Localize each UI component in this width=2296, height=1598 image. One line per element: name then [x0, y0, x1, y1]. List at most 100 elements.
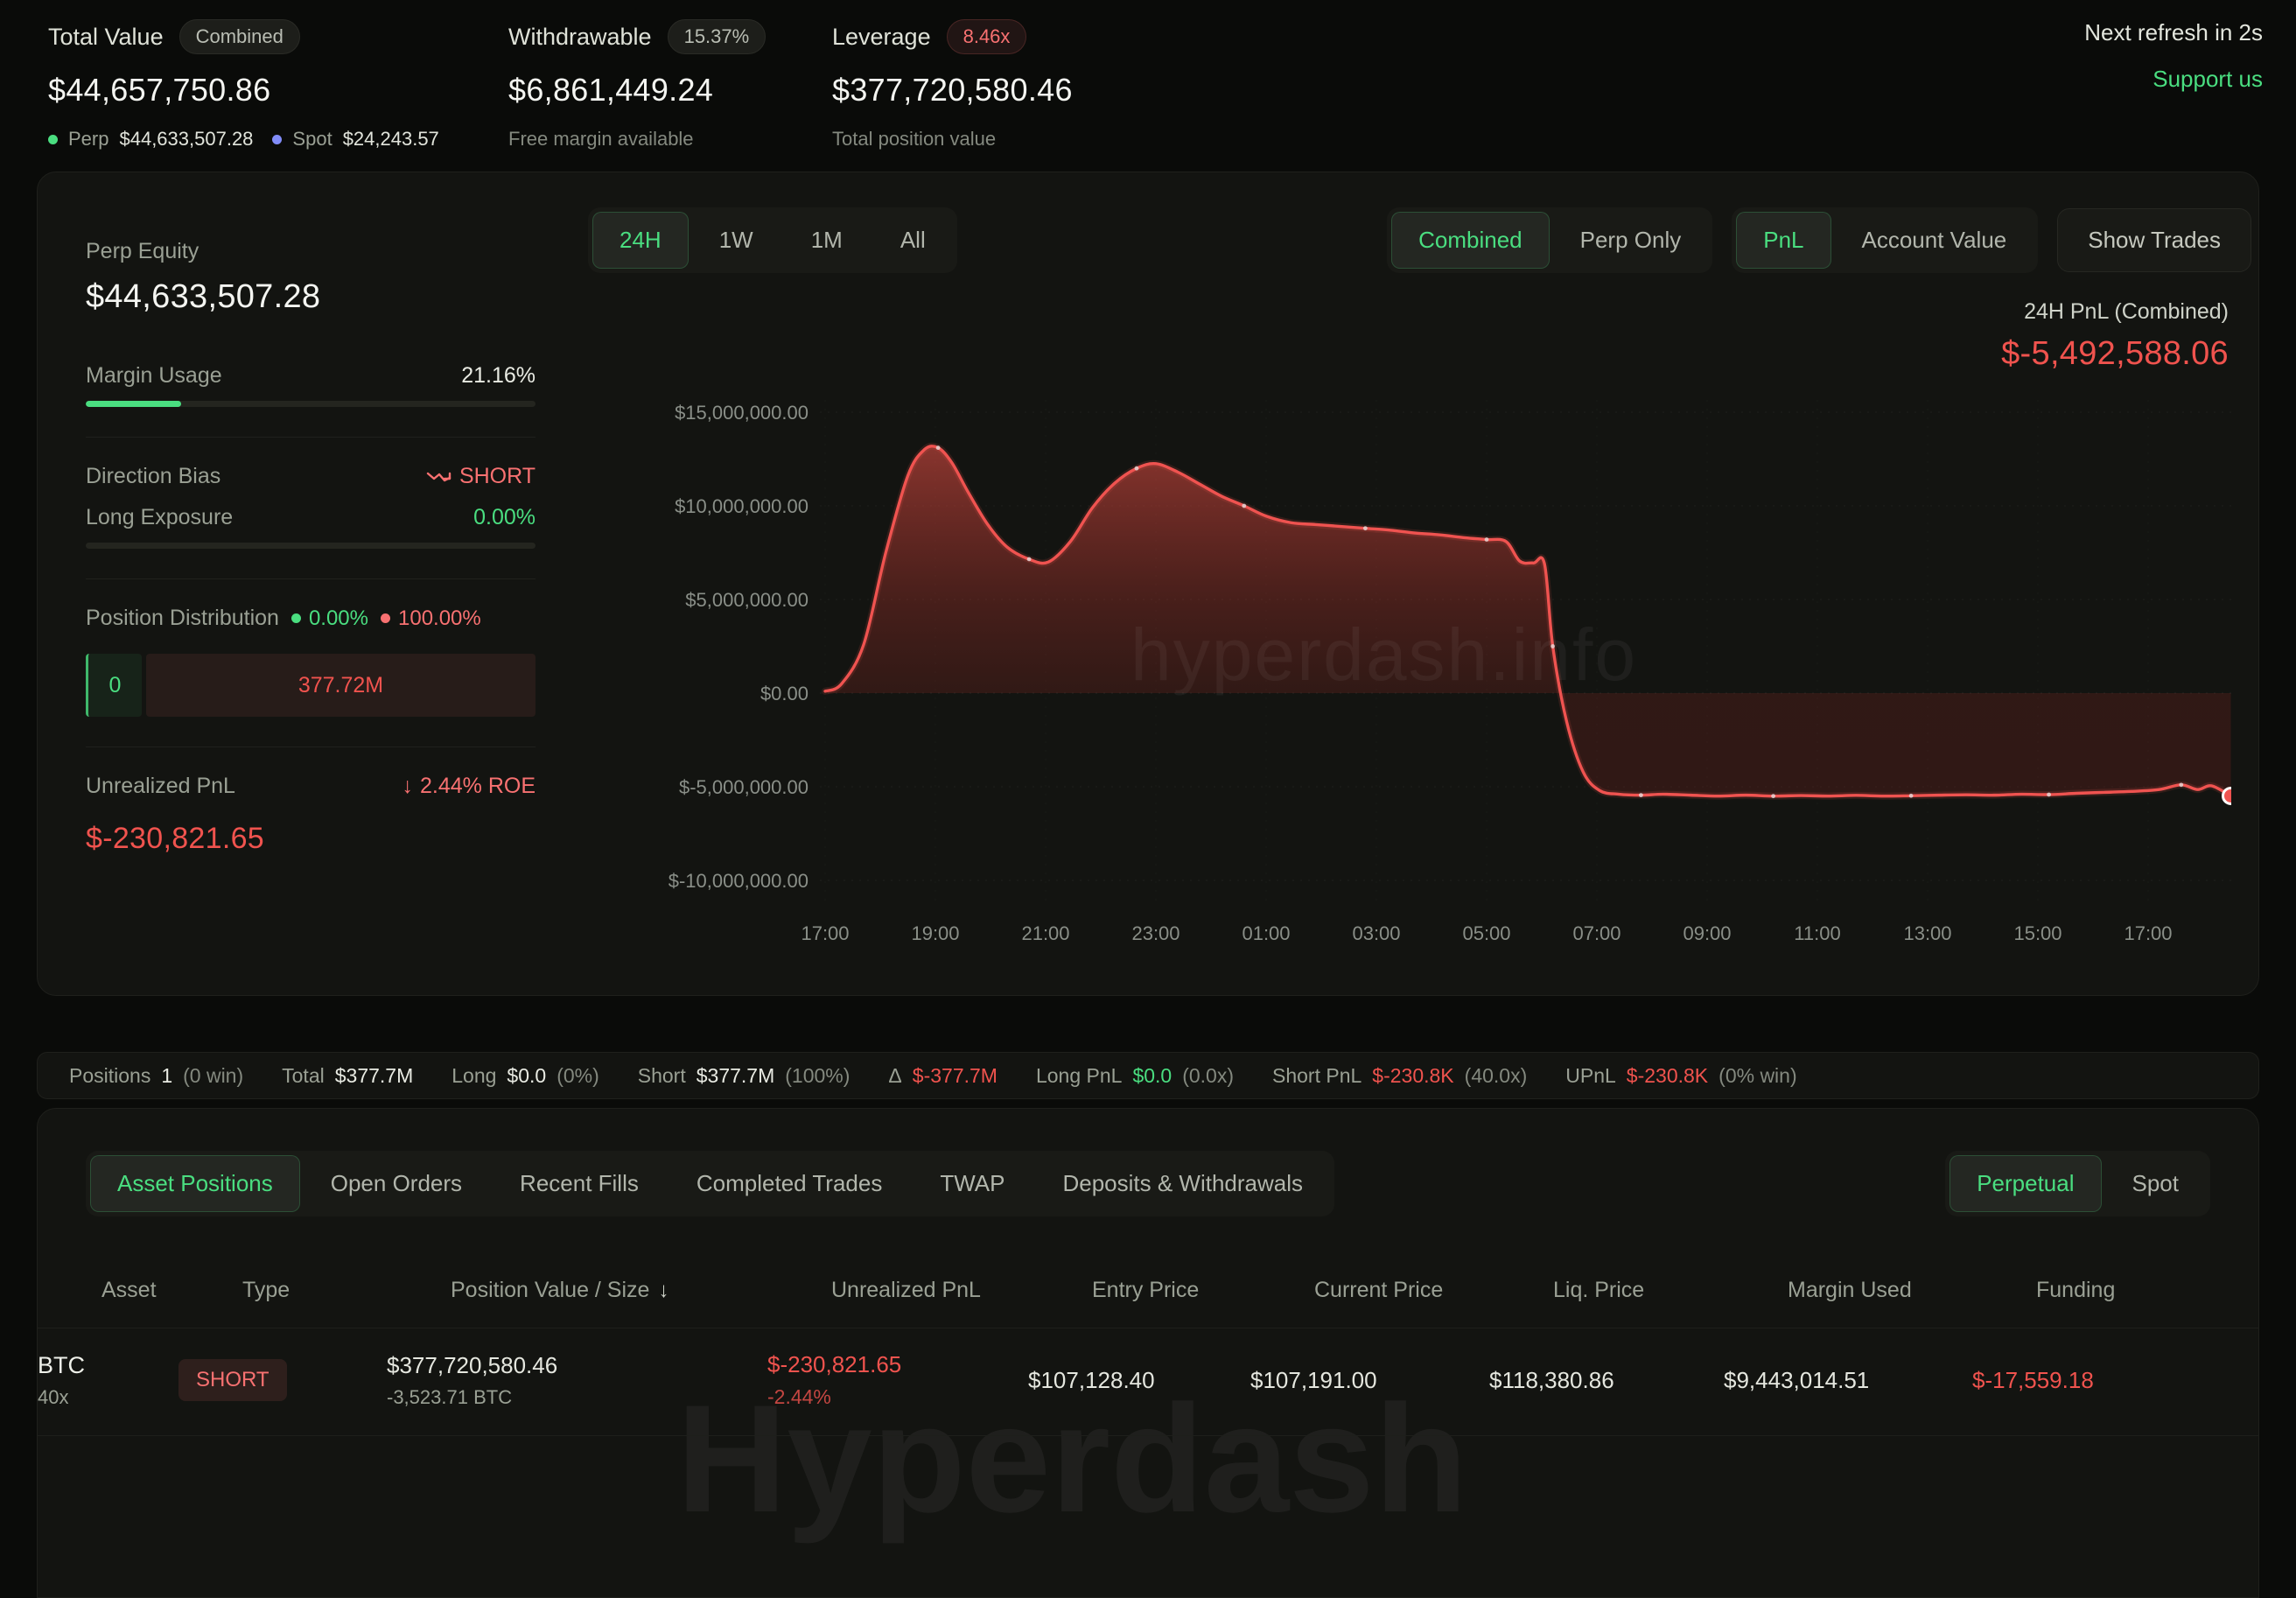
- position-type-badge: SHORT: [178, 1359, 287, 1401]
- svg-text:$0.00: $0.00: [760, 683, 808, 704]
- positions-tabs: Asset Positions Open Orders Recent Fills…: [86, 1151, 1334, 1216]
- svg-text:11:00: 11:00: [1794, 922, 1840, 944]
- col-liq-price: Liq. Price: [1553, 1278, 1788, 1303]
- margin-usage-bar-fill: [86, 401, 181, 407]
- spot-dot-icon: [272, 135, 282, 144]
- mode-combined[interactable]: Combined: [1391, 212, 1550, 269]
- direction-bias-label: Direction Bias: [86, 464, 220, 489]
- market-perpetual[interactable]: Perpetual: [1950, 1155, 2101, 1212]
- distribution-long-pct: 0.00%: [291, 606, 368, 631]
- leverage-caption: Total position value: [832, 128, 1073, 151]
- long-exposure-bar: [86, 543, 536, 549]
- withdrawable-stat: Withdrawable 15.37% $6,861,449.24 Free m…: [508, 19, 766, 151]
- asset-leverage: 40x: [38, 1386, 178, 1409]
- divider: [86, 746, 536, 747]
- market-toggle: Perpetual Spot: [1945, 1151, 2210, 1216]
- spot-value: $24,243.57: [343, 128, 439, 151]
- summary-long-pnl: Long PnL$0.0(0.0x): [1036, 1064, 1234, 1088]
- pnl-chart-area[interactable]: 17:0019:0021:0023:0001:0003:0005:0007:00…: [588, 378, 2251, 956]
- long-exposure-label: Long Exposure: [86, 505, 233, 530]
- view-pnl[interactable]: PnL: [1736, 212, 1830, 269]
- svg-text:$5,000,000.00: $5,000,000.00: [685, 589, 808, 611]
- pnl-chart[interactable]: 17:0019:0021:0023:0001:0003:0005:0007:00…: [588, 378, 2231, 956]
- divider: [86, 578, 536, 579]
- view-account-value[interactable]: Account Value: [1835, 212, 2034, 269]
- summary-total: Total$377.7M: [282, 1064, 413, 1088]
- svg-text:17:00: 17:00: [2124, 922, 2172, 944]
- col-funding: Funding: [2036, 1278, 2258, 1303]
- market-spot[interactable]: Spot: [2105, 1155, 2207, 1212]
- account-sidebar: Perp Equity $44,633,507.28 Margin Usage …: [86, 172, 536, 995]
- tab-asset-positions[interactable]: Asset Positions: [90, 1155, 300, 1212]
- perp-value: $44,633,507.28: [119, 128, 253, 151]
- position-value: $377,720,580.46: [387, 1352, 767, 1379]
- tab-deposits-withdrawals[interactable]: Deposits & Withdrawals: [1035, 1155, 1330, 1212]
- row-margin-used: $9,443,014.51: [1724, 1367, 1972, 1394]
- chart-panel: 24H 1W 1M All Combined Perp Only PnL Acc…: [588, 172, 2251, 995]
- withdrawable-caption: Free margin available: [508, 128, 766, 151]
- tab-twap[interactable]: TWAP: [913, 1155, 1032, 1212]
- tab-recent-fills[interactable]: Recent Fills: [493, 1155, 666, 1212]
- unrealized-pnl-label: Unrealized PnL: [86, 774, 235, 799]
- summary-long: Long$0.0(0%): [452, 1064, 599, 1088]
- mode-perp-only[interactable]: Perp Only: [1553, 212, 1709, 269]
- row-unrealized-pnl: $-230,821.65: [767, 1351, 1028, 1378]
- table-row[interactable]: BTC 40x SHORT $377,720,580.46 -3,523.71 …: [38, 1328, 2258, 1436]
- range-tab-1w[interactable]: 1W: [692, 212, 780, 269]
- svg-text:21:00: 21:00: [1021, 922, 1069, 944]
- leverage-label: Leverage: [832, 24, 931, 51]
- col-margin-used: Margin Used: [1788, 1278, 2036, 1303]
- summary-delta: Δ$-377.7M: [888, 1064, 998, 1088]
- refresh-countdown: Next refresh in 2s: [2084, 19, 2263, 46]
- view-toggle: PnL Account Value: [1732, 207, 2038, 273]
- perp-dot-icon: [48, 135, 58, 144]
- summary-positions: Positions1(0 win): [69, 1064, 243, 1088]
- withdrawable-label: Withdrawable: [508, 24, 652, 51]
- long-dot-icon: [291, 613, 301, 623]
- asset-name: BTC: [38, 1352, 178, 1379]
- range-tab-all[interactable]: All: [873, 212, 953, 269]
- arrow-down-icon: ↓: [402, 774, 413, 799]
- row-entry-price: $107,128.40: [1028, 1367, 1250, 1394]
- support-us-link[interactable]: Support us: [2084, 66, 2263, 93]
- show-trades-button[interactable]: Show Trades: [2057, 208, 2251, 272]
- col-asset: Asset: [102, 1278, 242, 1303]
- range-tab-1m[interactable]: 1M: [784, 212, 870, 269]
- total-value-amount: $44,657,750.86: [48, 72, 439, 109]
- header: Total Value Combined $44,657,750.86 Perp…: [0, 0, 2296, 172]
- position-size: -3,523.71 BTC: [387, 1386, 767, 1409]
- total-value-label: Total Value: [48, 24, 164, 51]
- svg-text:$10,000,000.00: $10,000,000.00: [675, 495, 808, 517]
- svg-text:01:00: 01:00: [1242, 922, 1290, 944]
- sort-desc-icon[interactable]: ↓: [658, 1279, 668, 1303]
- leverage-amount: $377,720,580.46: [832, 72, 1073, 109]
- perp-equity-label: Perp Equity: [86, 239, 536, 264]
- positions-summary-bar: Positions1(0 win) Total$377.7M Long$0.0(…: [37, 1052, 2259, 1099]
- col-position-value[interactable]: Position Value / Size ↓: [451, 1278, 831, 1303]
- row-liq-price: $118,380.86: [1489, 1367, 1724, 1394]
- distribution-short-segment: 377.72M: [146, 654, 536, 717]
- svg-text:03:00: 03:00: [1352, 922, 1400, 944]
- svg-text:$-10,000,000.00: $-10,000,000.00: [668, 870, 808, 892]
- position-distribution-bar: 0 377.72M: [86, 654, 536, 717]
- range-tab-24h[interactable]: 24H: [592, 212, 689, 269]
- tab-completed-trades[interactable]: Completed Trades: [669, 1155, 909, 1212]
- col-type: Type: [242, 1278, 451, 1303]
- leverage-badge: 8.46x: [947, 19, 1027, 54]
- chart-pnl-label: 24H PnL (Combined): [588, 299, 2229, 325]
- row-unrealized-pnl-pct: -2.44%: [767, 1385, 1028, 1409]
- chart-pnl-value: $-5,492,588.06: [588, 335, 2229, 373]
- svg-text:$15,000,000.00: $15,000,000.00: [675, 402, 808, 424]
- overview-card: Perp Equity $44,633,507.28 Margin Usage …: [37, 172, 2259, 996]
- distribution-long-segment: 0: [86, 654, 142, 717]
- row-current-price: $107,191.00: [1250, 1367, 1489, 1394]
- tab-open-orders[interactable]: Open Orders: [304, 1155, 489, 1212]
- unrealized-pnl-value: $-230,821.65: [86, 822, 536, 856]
- svg-text:19:00: 19:00: [911, 922, 959, 944]
- summary-upnl: UPnL$-230.8K(0% win): [1565, 1064, 1796, 1088]
- margin-usage-bar: [86, 401, 536, 407]
- perp-equity-value: $44,633,507.28: [86, 278, 536, 316]
- distribution-short-pct: 100.00%: [381, 606, 481, 631]
- col-unrealized-pnl: Unrealized PnL: [831, 1278, 1092, 1303]
- perp-label: Perp: [68, 128, 108, 151]
